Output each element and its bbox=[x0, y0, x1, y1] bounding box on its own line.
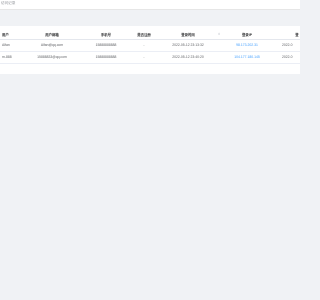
column-header-extra: 登 bbox=[295, 32, 299, 37]
table-row: m-888 15888833@qq.com 15888888888 - 2022… bbox=[0, 51, 300, 64]
cell-extra: 2022-0 bbox=[282, 43, 293, 47]
page-header: 访问记录 bbox=[0, 0, 300, 10]
cell-email: Alfan@qq.com bbox=[40, 43, 64, 47]
cell-login-time: 2022-05-12 23:13:32 bbox=[172, 43, 204, 47]
column-header-login-ip: 登录IP bbox=[242, 32, 252, 37]
page-title: 访问记录 bbox=[1, 1, 16, 5]
cell-extra: 2022-0 bbox=[282, 55, 293, 59]
access-log-table: 用户 用户邮箱 手机号 是否注册 登录时间 ⇕ 登录IP 登 Alfan Alf… bbox=[0, 26, 300, 74]
cell-register: - bbox=[143, 55, 145, 59]
cell-user: m-888 bbox=[2, 55, 12, 59]
cell-user: Alfan bbox=[2, 43, 10, 47]
cell-email: 15888833@qq.com bbox=[37, 55, 67, 59]
column-header-phone: 手机号 bbox=[100, 32, 112, 37]
cell-phone: 15888888888 bbox=[95, 43, 117, 47]
cell-login-time: 2022-05-12 23:40:20 bbox=[172, 55, 204, 59]
column-header-register: 是否注册 bbox=[137, 32, 151, 37]
cell-phone: 15888888888 bbox=[95, 55, 117, 59]
cell-login-ip-link[interactable]: 104.177.180.145 bbox=[224, 51, 270, 63]
column-header-user: 用户 bbox=[2, 32, 9, 37]
cell-register: - bbox=[143, 43, 145, 47]
column-header-login-time[interactable]: 登录时间 bbox=[160, 29, 216, 39]
cell-login-ip-link[interactable]: 98.173.202.31 bbox=[224, 39, 270, 51]
sort-icon[interactable]: ⇕ bbox=[214, 29, 224, 39]
column-header-email: 用户邮箱 bbox=[45, 32, 59, 37]
